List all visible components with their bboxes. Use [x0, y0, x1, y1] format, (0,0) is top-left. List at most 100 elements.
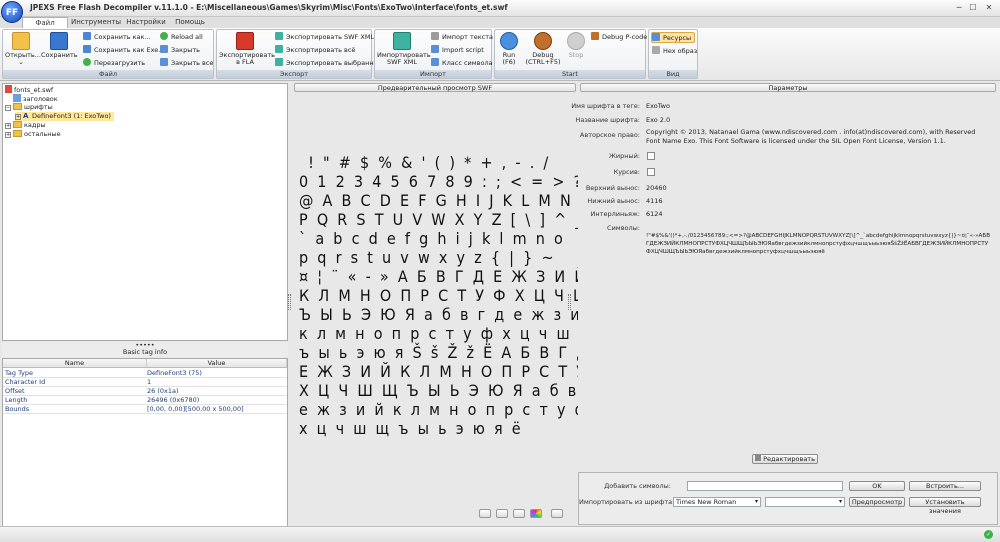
save-as-button[interactable]: Сохранить как... [83, 32, 151, 43]
right-splitter-handle[interactable] [568, 294, 571, 310]
tree-item-definefont3[interactable]: + A DefineFont3 (1: ExoTwo) [15, 112, 114, 121]
preview-header: Предварительный просмотр SWF [294, 83, 576, 92]
tab-file[interactable]: Файл [22, 17, 68, 28]
zoom-fit-icon[interactable] [513, 509, 525, 518]
italic-checkbox[interactable] [647, 168, 655, 176]
ok-button[interactable]: OK [849, 481, 905, 491]
font-name-value: ExoTwo [646, 102, 670, 110]
symbol-class-button[interactable]: Класс символа [431, 58, 493, 69]
import-xml-icon [393, 32, 411, 50]
font-select[interactable]: Times New Roman [673, 497, 761, 507]
color-picker-icon[interactable] [530, 509, 542, 518]
tab-help[interactable]: Помощь [170, 17, 210, 28]
tree-item-header[interactable]: заголовок [7, 94, 58, 103]
row-key: Tag Type [5, 369, 33, 377]
chevron-down-icon[interactable]: ⌄ [18, 58, 23, 66]
row-key: Bounds [5, 405, 30, 413]
export-xml-icon [275, 32, 283, 40]
save-button[interactable]: Сохранить [41, 32, 78, 59]
import-text-label: Импорт текста [442, 33, 494, 41]
debug-pcode-button[interactable]: Debug P-code [591, 32, 647, 43]
resources-view-button[interactable]: Ресурсы [651, 32, 695, 43]
style-select[interactable] [765, 497, 845, 507]
hex-label: Hex образ [663, 47, 698, 55]
reload-all-label: Reload all [171, 33, 203, 41]
ascent-value: 20460 [646, 184, 667, 192]
panel-splitter[interactable]: ••••• Basic tag info [2, 342, 288, 357]
glyph-row: 0 1 2 3 4 5 6 7 8 9 : ; < = > ? [299, 172, 582, 191]
reload-button[interactable]: Перезагрузить [83, 58, 145, 69]
save-exe-icon [83, 45, 91, 53]
table-row[interactable]: Bounds [0,00, 0,00][500,00 x 500,00] [3, 405, 287, 414]
leading-label: Интерлиньяж: [590, 210, 640, 218]
file-group-label: Файл [3, 70, 213, 78]
tree-item-others[interactable]: + остальные [5, 130, 61, 139]
row-key: Offset [5, 387, 25, 395]
snapshot-icon[interactable] [551, 509, 563, 518]
export-swf-xml-button[interactable]: Экспортировать SWF XML [275, 32, 374, 43]
column-header-value[interactable]: Value [147, 359, 287, 368]
export-all-button[interactable]: Экспортировать всё [275, 45, 355, 56]
copyright-value: Copyright © 2013, Natanael Gama (www.ndi… [646, 128, 976, 145]
tree-item-others-label: остальные [24, 130, 61, 138]
import-swf-xml-button[interactable]: Импортировать SWF XML [377, 32, 431, 66]
expand-icon[interactable]: + [5, 132, 11, 138]
glyph-row: ` a b c d e f g h i j k l m n o [299, 229, 563, 248]
leading-value: 6124 [646, 210, 663, 218]
export-fla-button[interactable]: Экспортировать в FLA [219, 32, 275, 66]
header-icon [13, 94, 21, 102]
set-values-button[interactable]: Установить значения [909, 497, 981, 515]
tab-settings[interactable]: Настройки [124, 17, 168, 28]
table-row[interactable]: Character Id 1 [3, 378, 287, 387]
edit-button[interactable]: Редактировать [752, 454, 818, 464]
column-header-name[interactable]: Name [3, 359, 147, 368]
save-as-icon [83, 32, 91, 40]
save-as-exe-button[interactable]: Сохранить как Exe... [83, 45, 164, 56]
hex-view-button[interactable]: Hex образ [652, 46, 697, 57]
swf-file-icon [5, 85, 12, 93]
embed-button[interactable]: Встроить... [909, 481, 981, 491]
add-symbols-input[interactable] [687, 481, 843, 491]
run-button[interactable]: Run (F6) [497, 32, 521, 66]
tree-item-frames[interactable]: + кадры [5, 121, 46, 130]
expand-icon[interactable]: + [15, 114, 21, 120]
zoom-in-icon[interactable] [479, 509, 491, 518]
glyph-row: p q r s t u v w x y z { | } ~ [299, 248, 554, 267]
debug-button[interactable]: Debug (CTRL+F5) [523, 32, 563, 66]
table-row[interactable]: Offset 26 (0x1a) [3, 387, 287, 396]
minimize-button[interactable]: ─ [952, 2, 966, 14]
resource-tree[interactable]: fonts_et.swf заголовок − шрифты + A DefineF… [2, 83, 288, 341]
tree-root[interactable]: fonts_et.swf [5, 85, 53, 94]
reload-all-button[interactable]: Reload all [160, 32, 203, 43]
stop-icon [567, 32, 585, 50]
collapse-icon[interactable]: − [5, 105, 11, 111]
preview-button[interactable]: Предпросмотр [849, 497, 905, 507]
close-all-button[interactable]: Закрыть все [160, 58, 213, 69]
open-button[interactable]: Открыть... ⌄ [5, 32, 41, 66]
glyph-row: Х Ц Ч Ш Щ Ъ Ы Ь Э Ю Я а б в г д [299, 381, 613, 400]
tree-item-fonts[interactable]: − шрифты [5, 103, 53, 112]
expand-icon[interactable]: + [5, 123, 11, 129]
save-as-label: Сохранить как... [94, 33, 151, 41]
maximize-button[interactable]: ☐ [966, 2, 980, 14]
menu-tabs: Файл Инструменты Настройки Помощь [0, 17, 1000, 28]
table-row[interactable]: Tag Type DefineFont3 (75) [3, 369, 287, 378]
copyright-label: Авторское право: [579, 131, 640, 139]
close-button[interactable]: ✕ [982, 2, 996, 14]
bold-checkbox[interactable] [647, 152, 655, 160]
left-splitter-handle[interactable] [288, 294, 291, 310]
table-row[interactable]: Length 26496 (0x6780) [3, 396, 287, 405]
export-selected-button[interactable]: Экспортировать выбранное [275, 58, 382, 69]
fla-file-icon [236, 32, 254, 50]
hex-icon [652, 46, 660, 54]
stop-button[interactable]: Stop [565, 32, 587, 59]
import-script-button[interactable]: Import script [431, 45, 484, 56]
close-file-label: Закрыть [171, 46, 200, 54]
tree-root-label: fonts_et.swf [14, 86, 54, 94]
tab-tools[interactable]: Инструменты [70, 17, 122, 28]
reload-all-icon [160, 32, 168, 40]
folder-icon [13, 130, 22, 137]
zoom-out-icon[interactable] [496, 509, 508, 518]
import-text-button[interactable]: Импорт текста [431, 32, 493, 43]
close-file-button[interactable]: Закрыть [160, 45, 200, 56]
